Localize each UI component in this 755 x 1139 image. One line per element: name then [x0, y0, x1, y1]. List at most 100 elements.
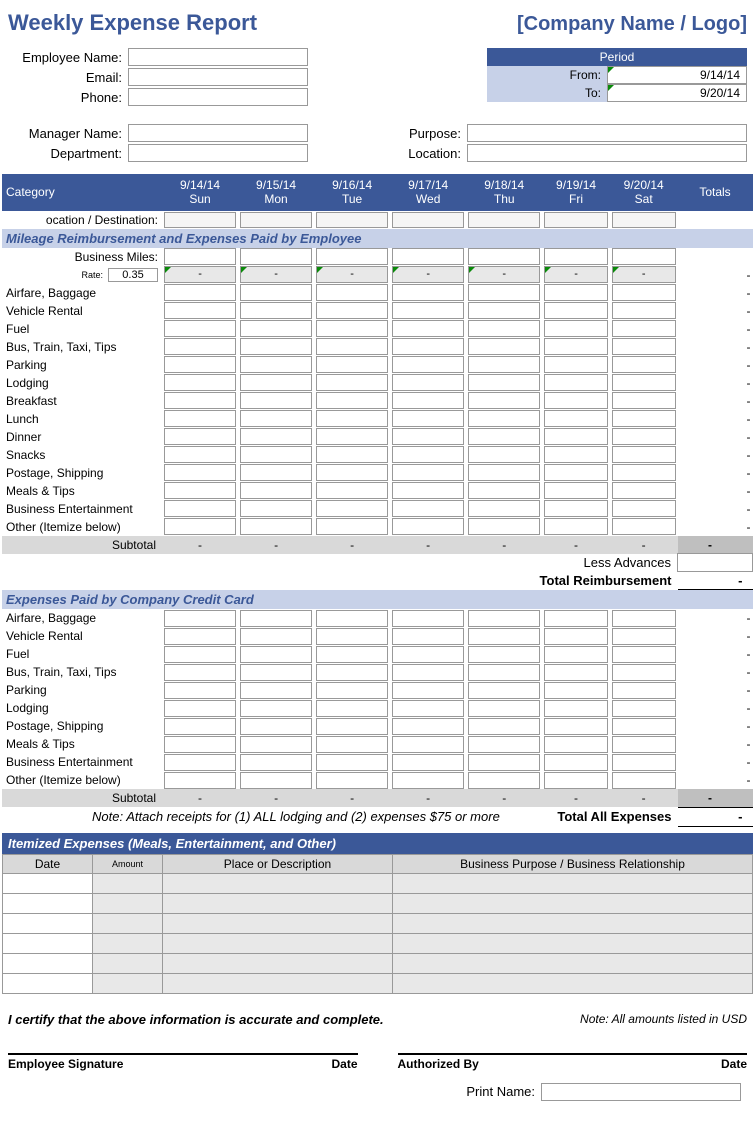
rate-value[interactable]: 0.35 [108, 268, 158, 282]
expense-cell[interactable] [392, 682, 464, 699]
loc-cell[interactable] [612, 212, 676, 228]
expense-cell[interactable] [544, 664, 608, 681]
expense-cell[interactable] [164, 392, 236, 409]
expense-cell[interactable] [316, 500, 388, 517]
expense-cell[interactable] [164, 356, 236, 373]
itemized-cell[interactable] [393, 973, 753, 993]
expense-cell[interactable] [612, 772, 676, 789]
expense-cell[interactable] [316, 302, 388, 319]
expense-cell[interactable] [468, 248, 540, 265]
expense-cell[interactable] [544, 518, 608, 535]
expense-cell[interactable] [392, 392, 464, 409]
expense-cell[interactable] [612, 628, 676, 645]
expense-cell[interactable] [544, 320, 608, 337]
expense-cell[interactable] [392, 284, 464, 301]
expense-cell[interactable] [544, 284, 608, 301]
expense-cell[interactable] [612, 338, 676, 355]
expense-cell[interactable] [164, 410, 236, 427]
expense-cell[interactable] [468, 700, 540, 717]
expense-cell[interactable] [544, 646, 608, 663]
expense-cell[interactable] [164, 700, 236, 717]
expense-cell[interactable] [468, 356, 540, 373]
expense-cell[interactable] [468, 772, 540, 789]
itemized-cell[interactable] [163, 953, 393, 973]
expense-cell[interactable] [468, 464, 540, 481]
expense-cell[interactable] [316, 248, 388, 265]
expense-cell[interactable] [392, 374, 464, 391]
expense-cell[interactable] [612, 356, 676, 373]
expense-cell[interactable] [240, 428, 312, 445]
expense-cell[interactable] [316, 664, 388, 681]
expense-cell[interactable] [240, 646, 312, 663]
print-name-input[interactable] [541, 1083, 741, 1101]
expense-cell[interactable] [468, 518, 540, 535]
location-input[interactable] [467, 144, 747, 162]
expense-cell[interactable] [316, 392, 388, 409]
expense-cell[interactable] [392, 428, 464, 445]
expense-cell[interactable] [544, 392, 608, 409]
expense-cell[interactable] [164, 284, 236, 301]
itemized-cell[interactable] [3, 893, 93, 913]
expense-cell[interactable] [240, 700, 312, 717]
email-input[interactable] [128, 68, 308, 86]
expense-cell[interactable] [316, 736, 388, 753]
expense-cell[interactable] [468, 302, 540, 319]
expense-cell[interactable] [164, 482, 236, 499]
expense-cell[interactable] [164, 248, 236, 265]
expense-cell[interactable] [316, 374, 388, 391]
expense-cell[interactable] [468, 754, 540, 771]
expense-cell[interactable] [612, 248, 676, 265]
expense-cell[interactable] [164, 664, 236, 681]
expense-cell[interactable] [392, 664, 464, 681]
expense-cell[interactable] [316, 682, 388, 699]
expense-cell[interactable] [240, 482, 312, 499]
expense-cell[interactable] [468, 610, 540, 627]
expense-cell[interactable] [544, 682, 608, 699]
expense-cell[interactable] [468, 736, 540, 753]
itemized-cell[interactable] [93, 893, 163, 913]
itemized-cell[interactable] [93, 913, 163, 933]
expense-cell[interactable] [468, 284, 540, 301]
expense-cell[interactable] [612, 682, 676, 699]
expense-cell[interactable] [164, 446, 236, 463]
expense-cell[interactable] [544, 356, 608, 373]
expense-cell[interactable] [544, 248, 608, 265]
expense-cell[interactable] [544, 772, 608, 789]
expense-cell[interactable] [468, 500, 540, 517]
expense-cell[interactable] [544, 754, 608, 771]
expense-cell[interactable] [316, 482, 388, 499]
expense-cell[interactable] [240, 302, 312, 319]
expense-cell[interactable] [612, 736, 676, 753]
expense-cell[interactable] [468, 446, 540, 463]
expense-cell[interactable] [392, 518, 464, 535]
expense-cell[interactable] [164, 338, 236, 355]
expense-cell[interactable] [612, 302, 676, 319]
loc-cell[interactable] [316, 212, 388, 228]
expense-cell[interactable] [544, 464, 608, 481]
expense-cell[interactable] [612, 646, 676, 663]
expense-cell[interactable] [612, 428, 676, 445]
expense-cell[interactable] [164, 610, 236, 627]
expense-cell[interactable] [544, 610, 608, 627]
expense-cell[interactable] [544, 410, 608, 427]
itemized-cell[interactable] [163, 913, 393, 933]
expense-cell[interactable] [316, 628, 388, 645]
manager-input[interactable] [128, 124, 308, 142]
expense-cell[interactable] [612, 664, 676, 681]
expense-cell[interactable] [544, 700, 608, 717]
loc-cell[interactable] [392, 212, 464, 228]
expense-cell[interactable] [164, 428, 236, 445]
expense-cell[interactable] [612, 392, 676, 409]
expense-cell[interactable] [392, 772, 464, 789]
purpose-input[interactable] [467, 124, 747, 142]
expense-cell[interactable] [240, 374, 312, 391]
phone-input[interactable] [128, 88, 308, 106]
expense-cell[interactable] [164, 736, 236, 753]
expense-cell[interactable] [544, 628, 608, 645]
expense-cell[interactable] [164, 464, 236, 481]
expense-cell[interactable] [392, 338, 464, 355]
expense-cell[interactable] [164, 374, 236, 391]
expense-cell[interactable] [164, 302, 236, 319]
expense-cell[interactable] [316, 446, 388, 463]
expense-cell[interactable] [240, 628, 312, 645]
